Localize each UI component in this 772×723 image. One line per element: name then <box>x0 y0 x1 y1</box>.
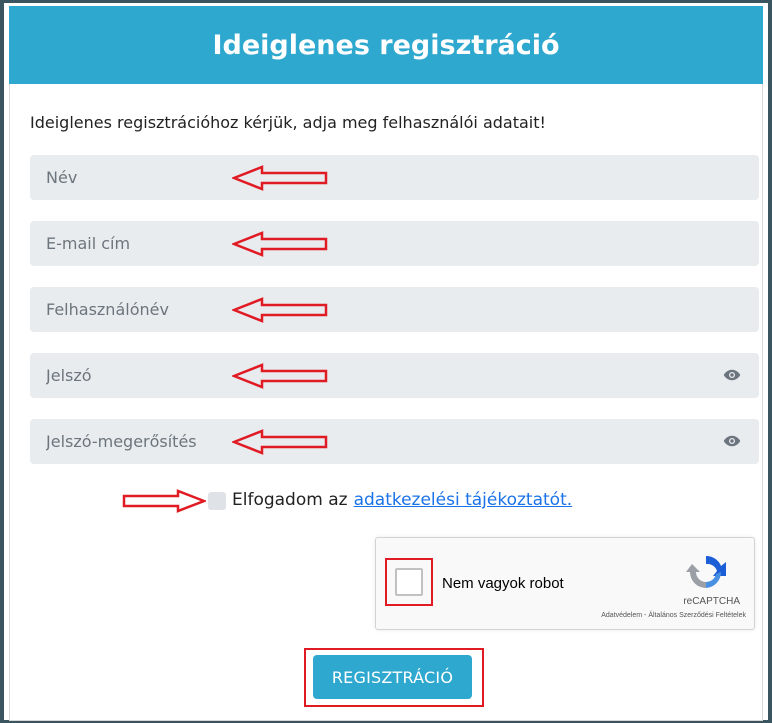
annotation-arrow-icon <box>232 231 328 257</box>
register-button[interactable]: REGISZTRÁCIÓ <box>313 655 472 699</box>
password-field[interactable] <box>30 353 759 398</box>
email-input[interactable] <box>44 233 745 254</box>
annotation-arrow-icon <box>232 429 328 455</box>
annotation-arrow-icon <box>232 363 328 389</box>
username-field[interactable] <box>30 287 759 332</box>
privacy-policy-link[interactable]: adatkezelési tájékoztatót. <box>354 490 573 510</box>
annotation-arrow-icon <box>232 297 328 323</box>
card-header: Ideiglenes regisztráció <box>9 6 763 84</box>
recaptcha-checkbox[interactable] <box>395 568 423 596</box>
recaptcha-links[interactable]: Adatvédelem - Általános Szerződési Felté… <box>601 612 746 619</box>
terms-checkbox[interactable] <box>208 492 226 510</box>
password-confirm-input[interactable] <box>44 431 745 452</box>
recaptcha-logo-icon <box>686 555 726 588</box>
recaptcha-brand: reCAPTCHA <box>683 596 740 607</box>
recaptcha-widget: Nem vagyok robot reCAPTCHA Adatvédelem -… <box>375 537 755 630</box>
intro-text: Ideiglenes regisztrációhoz kérjük, adja … <box>30 113 546 132</box>
page-title: Ideiglenes regisztráció <box>212 29 560 61</box>
password-input[interactable] <box>44 365 745 386</box>
annotation-arrow-icon <box>122 489 206 513</box>
terms-row: Elfogadom az adatkezelési tájékoztatót. <box>232 490 572 510</box>
username-input[interactable] <box>44 299 745 320</box>
password-confirm-field[interactable] <box>30 419 759 464</box>
name-input[interactable] <box>44 167 745 188</box>
name-field[interactable] <box>30 155 759 200</box>
eye-icon[interactable] <box>723 433 741 449</box>
annotation-arrow-icon <box>232 165 328 191</box>
recaptcha-label: Nem vagyok robot <box>442 575 564 592</box>
terms-text: Elfogadom az <box>232 490 348 510</box>
email-field[interactable] <box>30 221 759 266</box>
eye-icon[interactable] <box>723 367 741 383</box>
